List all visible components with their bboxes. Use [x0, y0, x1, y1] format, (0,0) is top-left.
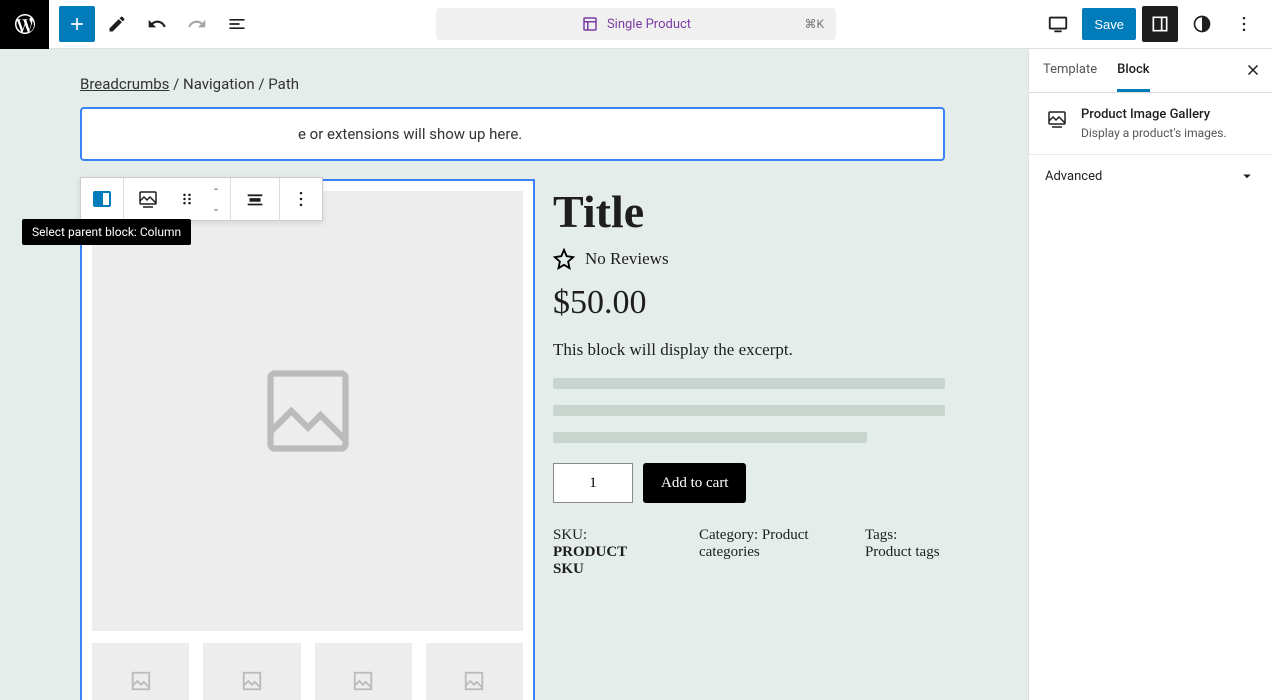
- close-settings-button[interactable]: [1244, 61, 1262, 79]
- topbar-right: Save: [1040, 6, 1272, 42]
- redo-button[interactable]: [179, 6, 215, 42]
- settings-sidebar-toggle[interactable]: [1142, 6, 1178, 42]
- thumbnail[interactable]: [203, 643, 300, 700]
- list-view-button[interactable]: [219, 6, 255, 42]
- block-name: Product Image Gallery: [1081, 107, 1227, 122]
- store-notice-text: e or extensions will show up here.: [98, 125, 522, 143]
- document-bar[interactable]: Single Product ⌘K: [436, 8, 836, 40]
- thumbnail-row: [92, 643, 523, 700]
- product-details-column: Title No Reviews $50.00 This block will …: [553, 179, 945, 700]
- tab-block[interactable]: Block: [1117, 49, 1149, 92]
- advanced-label: Advanced: [1045, 169, 1102, 184]
- add-to-cart-row: Add to cart: [553, 463, 945, 503]
- skeleton-line: [553, 432, 867, 443]
- image-placeholder-icon: [258, 361, 358, 461]
- command-shortcut: ⌘K: [804, 17, 824, 31]
- image-placeholder-icon: [241, 670, 263, 692]
- settings-tabs: Template Block: [1029, 49, 1272, 93]
- image-placeholder-icon: [463, 670, 485, 692]
- block-info: Product Image Gallery Display a product'…: [1029, 93, 1272, 155]
- breadcrumb-rest: / Navigation / Path: [169, 75, 299, 93]
- move-down-button[interactable]: [202, 199, 230, 220]
- topbar-left: [49, 6, 255, 42]
- image-gallery-icon: [1045, 107, 1069, 131]
- view-button[interactable]: [1040, 6, 1076, 42]
- store-notice-block[interactable]: e or extensions will show up here.: [80, 107, 945, 161]
- thumbnail[interactable]: [426, 643, 523, 700]
- image-gallery-icon: [136, 187, 160, 211]
- quantity-input[interactable]: [553, 463, 633, 503]
- category-label: Category:: [699, 527, 762, 543]
- breadcrumb-first[interactable]: Breadcrumbs: [80, 75, 169, 93]
- column-icon: [90, 187, 114, 211]
- more-menu-button[interactable]: [1226, 6, 1262, 42]
- image-placeholder-icon: [130, 670, 152, 692]
- product-price[interactable]: $50.00: [553, 284, 945, 322]
- tooltip: Select parent block: Column: [22, 219, 191, 245]
- doc-title: Single Product: [607, 17, 691, 32]
- skeleton-line: [553, 378, 945, 389]
- product-meta: SKU: PRODUCT SKU Category: Product categ…: [553, 527, 945, 578]
- chevron-down-icon: [210, 204, 222, 216]
- add-block-button[interactable]: [59, 6, 95, 42]
- drag-icon: [177, 189, 197, 209]
- block-more-button[interactable]: [280, 178, 322, 220]
- more-vertical-icon: [291, 189, 311, 209]
- main-layout: Breadcrumbs / Navigation / Path e or ext…: [0, 49, 1272, 700]
- skeleton-line: [553, 405, 945, 416]
- category-meta: Category: Product categories: [699, 527, 825, 578]
- product-reviews[interactable]: No Reviews: [553, 248, 945, 270]
- tab-template[interactable]: Template: [1043, 49, 1097, 92]
- wp-logo[interactable]: [0, 0, 49, 49]
- thumbnail[interactable]: [92, 643, 189, 700]
- reviews-text: No Reviews: [585, 249, 669, 269]
- image-placeholder-icon: [352, 670, 374, 692]
- styles-button[interactable]: [1184, 6, 1220, 42]
- block-description: Display a product's images.: [1081, 126, 1227, 140]
- block-type-button[interactable]: [124, 178, 172, 220]
- editor-topbar: Single Product ⌘K Save: [0, 0, 1272, 49]
- save-button[interactable]: Save: [1082, 8, 1136, 40]
- chevron-up-icon: [210, 183, 222, 195]
- product-title[interactable]: Title: [553, 185, 945, 238]
- editor-canvas[interactable]: Breadcrumbs / Navigation / Path e or ext…: [0, 49, 1028, 700]
- align-icon: [244, 188, 266, 210]
- close-icon: [1244, 61, 1262, 79]
- sku-value: PRODUCT SKU: [553, 544, 627, 577]
- settings-sidebar: Template Block Product Image Gallery Dis…: [1028, 49, 1272, 700]
- main-product-image: [92, 191, 523, 631]
- product-excerpt[interactable]: This block will display the excerpt.: [553, 340, 945, 360]
- star-icon: [553, 248, 575, 270]
- chevron-down-icon: [1238, 167, 1256, 185]
- sku-meta: SKU: PRODUCT SKU: [553, 527, 659, 578]
- tags-label: Tags:: [865, 527, 897, 543]
- product-columns: Title No Reviews $50.00 This block will …: [80, 179, 945, 700]
- breadcrumb: Breadcrumbs / Navigation / Path: [0, 69, 1028, 107]
- template-icon: [581, 15, 599, 33]
- add-to-cart-button[interactable]: Add to cart: [643, 463, 746, 503]
- product-image-gallery-block[interactable]: [80, 179, 535, 700]
- sku-label: SKU:: [553, 527, 587, 543]
- align-button[interactable]: [231, 178, 279, 220]
- tags-meta: Tags: Product tags: [865, 527, 945, 578]
- block-toolbar: [80, 177, 323, 221]
- move-up-button[interactable]: [202, 178, 230, 199]
- thumbnail[interactable]: [315, 643, 412, 700]
- drag-handle[interactable]: [172, 178, 202, 220]
- undo-button[interactable]: [139, 6, 175, 42]
- advanced-panel[interactable]: Advanced: [1029, 155, 1272, 197]
- edit-tools-button[interactable]: [99, 6, 135, 42]
- select-parent-column-button[interactable]: [81, 178, 123, 220]
- skeleton-lines: [553, 378, 945, 443]
- tags-value[interactable]: Product tags: [865, 544, 940, 560]
